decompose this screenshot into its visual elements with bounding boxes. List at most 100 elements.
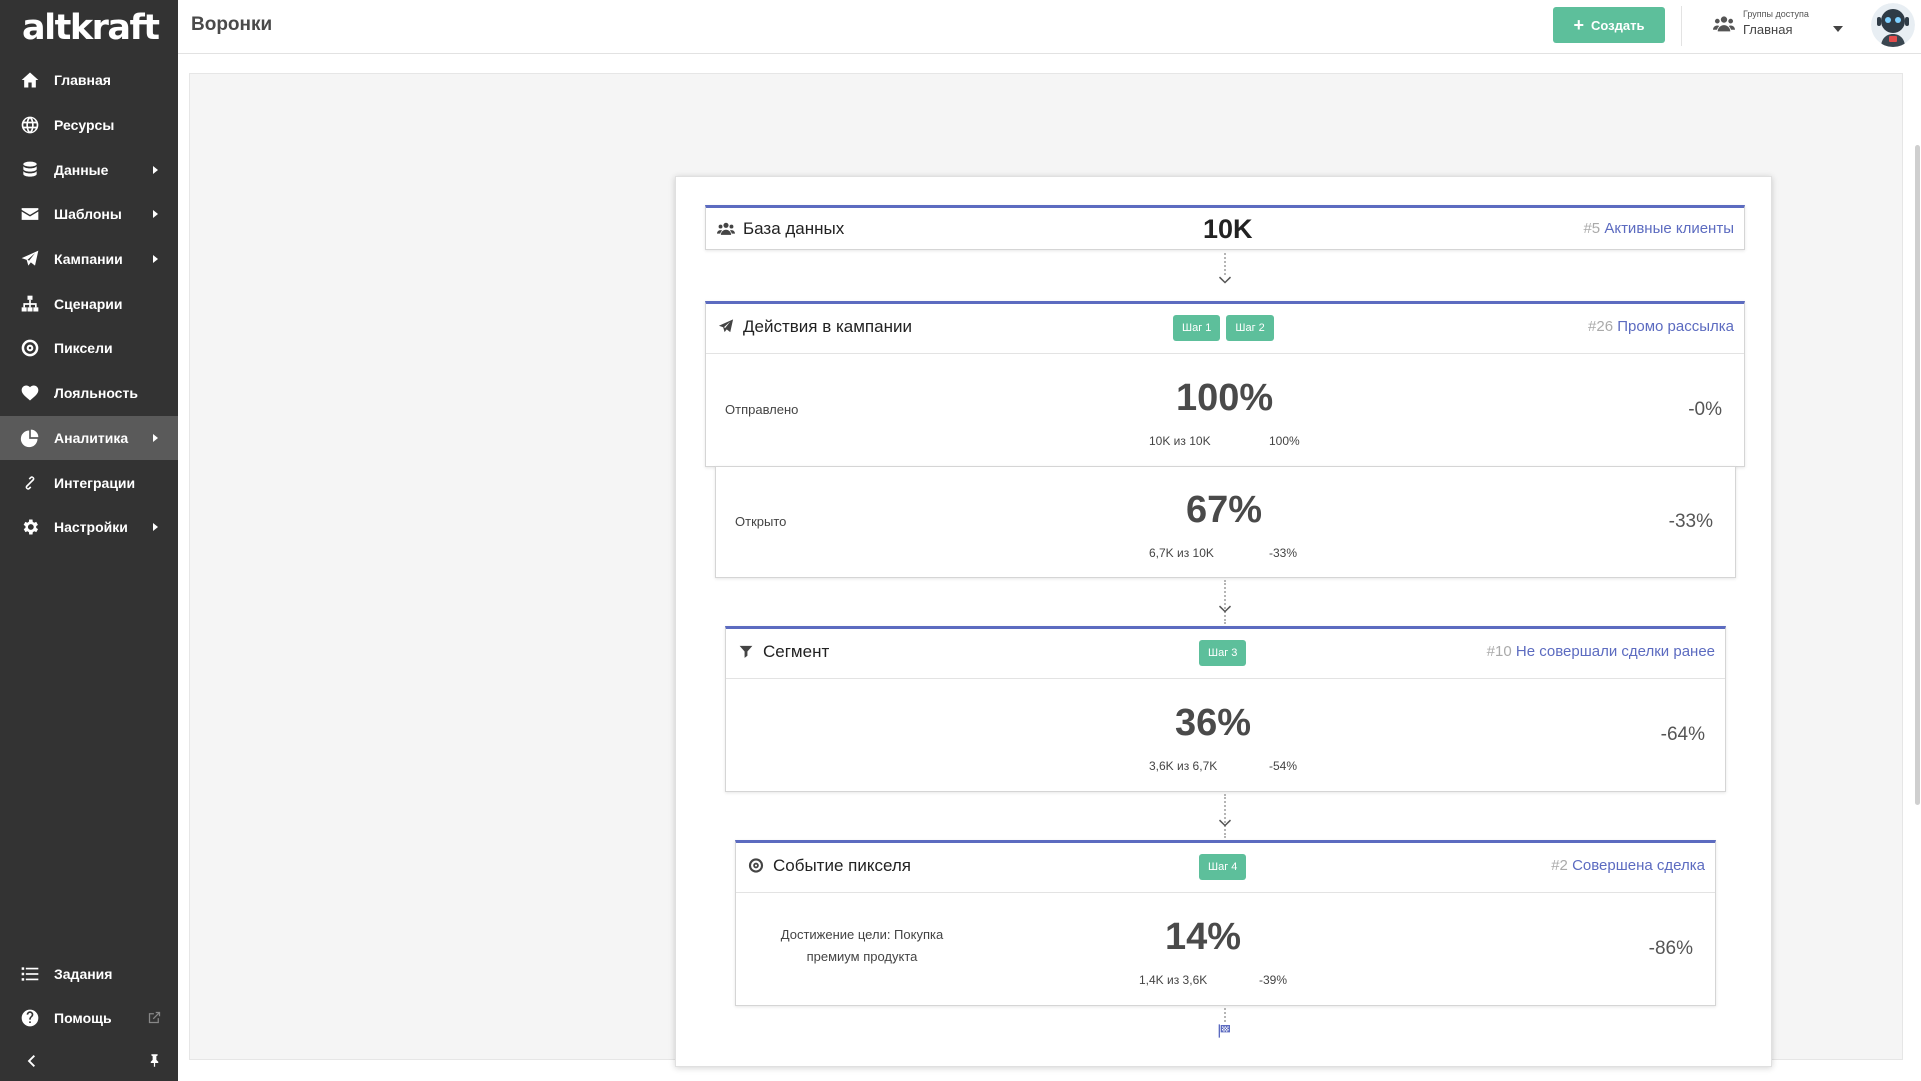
step-badges: Шаг 4 bbox=[1199, 854, 1247, 880]
target-icon bbox=[747, 857, 767, 875]
sidebar-item-scenarios[interactable]: Сценарии bbox=[0, 281, 178, 326]
question-circle-icon bbox=[19, 1007, 41, 1029]
metric-step-delta: -33% bbox=[1269, 546, 1298, 560]
metric-of-total: 1,4K из 3,6K bbox=[1139, 973, 1208, 987]
top-header: Воронки + Создать Группы доступа Главная bbox=[178, 0, 1921, 54]
access-group-selector[interactable]: Группы доступа Главная bbox=[1713, 6, 1848, 46]
metric-of-total: 3,6K из 6,7K bbox=[1149, 759, 1218, 773]
plus-icon: + bbox=[1573, 15, 1585, 35]
metric-value: 100% bbox=[1176, 377, 1274, 419]
sidebar-item-campaigns[interactable]: Кампании bbox=[0, 237, 178, 282]
step-badge[interactable]: Шаг 3 bbox=[1199, 640, 1247, 666]
sidebar-item-help[interactable]: Помощь bbox=[0, 996, 178, 1040]
reference-link[interactable]: Промо рассылка bbox=[1617, 318, 1734, 335]
reference-link[interactable]: Активные клиенты bbox=[1604, 220, 1734, 237]
connector-line bbox=[1224, 1008, 1226, 1022]
funnel-connector bbox=[1215, 794, 1235, 840]
sitemap-icon bbox=[19, 293, 41, 315]
filter-icon bbox=[737, 643, 757, 661]
metric-total-delta: -86% bbox=[1648, 938, 1693, 959]
submenu-arrow-icon bbox=[153, 165, 158, 174]
sidebar-item-pixels[interactable]: Пиксели bbox=[0, 326, 178, 371]
block-title: Действия в кампании bbox=[743, 317, 912, 336]
metric-label: Достижение цели: Покупка премиум продукт… bbox=[772, 924, 952, 968]
users-icon bbox=[1713, 15, 1735, 37]
avatar[interactable] bbox=[1871, 3, 1915, 47]
segment-reference: #10 Не совершали сделки ранее bbox=[1487, 643, 1715, 660]
submenu-arrow-icon bbox=[153, 255, 158, 264]
sidebar-item-loyalty[interactable]: Лояльность bbox=[0, 371, 178, 416]
logo[interactable]: altkraft bbox=[0, 0, 178, 54]
metric-label: Отправлено bbox=[725, 402, 799, 417]
metric-label: Открыто bbox=[735, 514, 787, 529]
metric-row-sent: Отправлено 100% 10K из 10K 100% -0% bbox=[706, 355, 1744, 465]
access-group-value: Главная bbox=[1743, 22, 1793, 37]
scrollbar[interactable] bbox=[1915, 145, 1920, 805]
funnel-card: База данных 10K #5 Активные клиенты Дейс… bbox=[675, 176, 1772, 1067]
database-icon bbox=[19, 159, 41, 181]
sidebar-item-data[interactable]: Данные bbox=[0, 147, 178, 192]
metric-step-delta: 100% bbox=[1269, 434, 1300, 448]
sidebar-item-home[interactable]: Главная bbox=[0, 58, 178, 103]
sidebar-item-label: Ресурсы bbox=[54, 117, 115, 134]
funnel-connector bbox=[1215, 253, 1235, 284]
step-badge[interactable]: Шаг 4 bbox=[1199, 854, 1247, 880]
submenu-arrow-icon bbox=[153, 210, 158, 219]
step-badges: Шаг 1 Шаг 2 bbox=[1173, 315, 1274, 341]
header-divider bbox=[1681, 6, 1682, 46]
pixel-reference: #2 Совершена сделка bbox=[1551, 857, 1705, 874]
sidebar-item-label: Настройки bbox=[54, 519, 128, 536]
metric-row-opened: Открыто 67% 6,7K из 10K -33% -33% bbox=[716, 467, 1735, 577]
metric-total-delta: -64% bbox=[1660, 724, 1705, 745]
sidebar-item-label: Аналитика bbox=[54, 429, 129, 446]
caret-down-icon bbox=[1833, 26, 1843, 32]
globe-icon bbox=[19, 114, 41, 136]
reference-number: #5 bbox=[1583, 220, 1601, 237]
metric-row-segment: 36% 3,6K из 6,7K -54% -64% bbox=[726, 680, 1725, 790]
collapse-sidebar-icon[interactable] bbox=[20, 1050, 42, 1072]
block-header: Событие пикселя Шаг 4 #2 Совершена сделк… bbox=[736, 843, 1715, 893]
sidebar-item-resources[interactable]: Ресурсы bbox=[0, 103, 178, 148]
metric-of-total: 10K из 10K bbox=[1149, 434, 1211, 448]
metric-step-delta: -54% bbox=[1269, 759, 1298, 773]
sidebar-item-label: Задания bbox=[54, 966, 113, 982]
metric-total-delta: -0% bbox=[1688, 399, 1722, 420]
reference-number: #2 bbox=[1551, 857, 1568, 874]
metric-total-delta: -33% bbox=[1668, 511, 1713, 532]
metric-label-line: премиум продукта bbox=[806, 949, 918, 964]
sidebar-item-templates[interactable]: Шаблоны bbox=[0, 192, 178, 237]
metric-value: 14% bbox=[1165, 916, 1242, 958]
create-button[interactable]: + Создать bbox=[1553, 7, 1665, 43]
reference-link[interactable]: Не совершали сделки ранее bbox=[1516, 643, 1715, 660]
step-badge[interactable]: Шаг 1 bbox=[1173, 315, 1221, 341]
sidebar-item-analytics[interactable]: Аналитика bbox=[0, 415, 178, 461]
submenu-arrow-icon bbox=[153, 523, 158, 532]
sidebar-bottom-nav: Задания Помощь bbox=[0, 952, 178, 1040]
page-title: Воронки bbox=[191, 14, 273, 35]
sidebar-item-tasks[interactable]: Задания bbox=[0, 952, 178, 996]
chevron-down-icon bbox=[1219, 271, 1231, 284]
sidebar-item-integrations[interactable]: Интеграции bbox=[0, 460, 178, 505]
metric-of-total: 6,7K из 10K bbox=[1149, 546, 1214, 560]
target-icon bbox=[19, 337, 41, 359]
sidebar: altkraft Главная Ресурсы Данные Шаблоны … bbox=[0, 0, 178, 1081]
chevron-down-icon bbox=[1219, 600, 1231, 613]
users-icon bbox=[717, 220, 737, 238]
pie-chart-icon bbox=[19, 427, 41, 449]
step-badge[interactable]: Шаг 2 bbox=[1226, 315, 1274, 341]
reference-number: #26 bbox=[1588, 318, 1614, 335]
funnel-subblock-opened: Открыто 67% 6,7K из 10K -33% -33% bbox=[715, 466, 1736, 578]
funnel-block-pixel: Событие пикселя Шаг 4 #2 Совершена сделк… bbox=[735, 840, 1716, 1006]
heart-icon bbox=[19, 382, 41, 404]
funnel-block-database: База данных 10K #5 Активные клиенты bbox=[705, 205, 1745, 250]
create-button-label: Создать bbox=[1591, 17, 1645, 33]
sidebar-item-settings[interactable]: Настройки bbox=[0, 505, 178, 550]
campaign-reference: #26 Промо рассылка bbox=[1588, 318, 1734, 335]
sidebar-item-label: Интеграции bbox=[54, 474, 136, 491]
sidebar-item-label: Кампании bbox=[54, 251, 123, 268]
reference-link[interactable]: Совершена сделка bbox=[1572, 857, 1705, 874]
pin-icon[interactable] bbox=[144, 1050, 164, 1070]
external-link-icon[interactable] bbox=[147, 1010, 162, 1030]
envelope-icon bbox=[19, 203, 41, 225]
sidebar-item-label: Главная bbox=[54, 72, 111, 89]
